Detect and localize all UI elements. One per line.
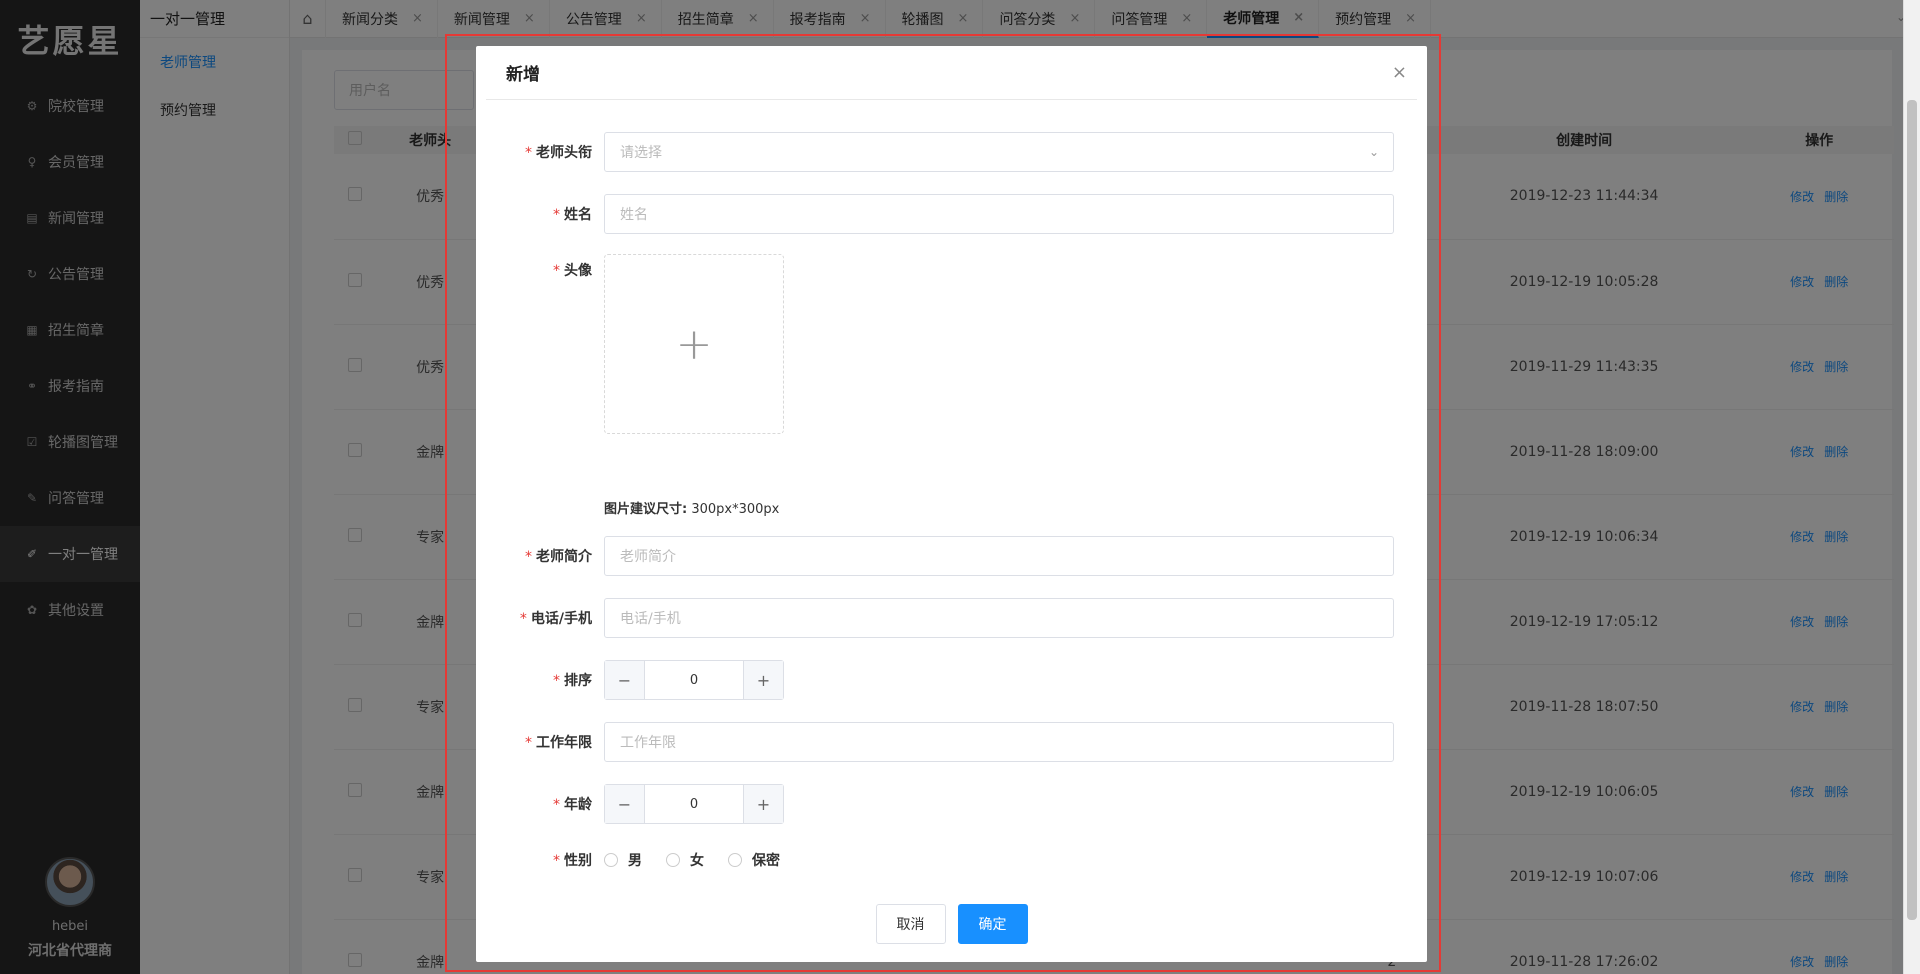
form-row-title: * 老师头衔 请选择 ⌄ [476,132,1427,172]
field-label: * 姓名 [553,207,592,223]
gender-radio-secret[interactable]: 保密 [728,850,780,870]
phone-input[interactable]: 电话/手机 [604,598,1394,638]
dialog-title: 新增 [486,46,1417,100]
page-scrollbar[interactable] [1903,0,1920,974]
field-label: * 性别 [553,853,592,869]
sort-stepper: − 0 + [604,660,784,700]
teacher-title-select[interactable]: 请选择 ⌄ [604,132,1394,172]
avatar-size-hint: 图片建议尺寸: 300px*300px [604,502,780,517]
close-icon[interactable]: × [1392,62,1407,83]
confirm-button[interactable]: 确定 [957,904,1028,944]
select-placeholder: 请选择 [620,145,662,161]
field-label: * 老师头衔 [525,145,592,161]
minus-icon[interactable]: − [605,785,645,823]
form-row-phone: * 电话/手机 电话/手机 [476,598,1427,638]
field-label: * 排序 [553,673,592,689]
chevron-down-icon: ⌄ [1368,145,1379,159]
form-row-avatar-hint: 图片建议尺寸: 300px*300px [476,498,1427,517]
gender-radio-group: 男 女 保密 [604,850,804,870]
add-teacher-dialog: 新增 × * 老师头衔 请选择 ⌄ * 姓名 姓名 * 头像 + 图片建议尺寸: 30… [476,46,1427,962]
plus-icon: + [675,318,713,370]
intro-input[interactable]: 老师简介 [604,536,1394,576]
plus-icon[interactable]: + [743,785,783,823]
sort-value[interactable]: 0 [645,673,743,688]
minus-icon[interactable]: − [605,661,645,699]
form-row-intro: * 老师简介 老师简介 [476,536,1427,576]
field-label: * 头像 [553,263,592,279]
field-label: * 老师简介 [525,549,592,565]
gender-radio-male[interactable]: 男 [604,850,642,870]
form-row-name: * 姓名 姓名 [476,194,1427,234]
form-row-sort: * 排序 − 0 + [476,660,1427,700]
form-row-age: * 年龄 − 0 + [476,784,1427,824]
work-years-input[interactable]: 工作年限 [604,722,1394,762]
avatar-upload[interactable]: + [604,254,784,434]
age-value[interactable]: 0 [645,797,743,812]
cancel-button[interactable]: 取消 [875,904,946,944]
form-row-work-years: * 工作年限 工作年限 [476,722,1427,762]
form-row-avatar: * 头像 + [476,254,1427,434]
field-label: * 工作年限 [525,735,592,751]
age-stepper: − 0 + [604,784,784,824]
gender-radio-female[interactable]: 女 [666,850,704,870]
teacher-form: * 老师头衔 请选择 ⌄ * 姓名 姓名 * 头像 + 图片建议尺寸: 300px*3… [476,100,1427,869]
dialog-footer: 取消 确定 [476,904,1427,944]
name-input[interactable]: 姓名 [604,194,1394,234]
form-row-gender: * 性别 男 女 保密 [476,850,1427,870]
field-label: * 电话/手机 [519,611,592,627]
scroll-thumb[interactable] [1907,100,1917,920]
field-label: * 年龄 [553,797,592,813]
plus-icon[interactable]: + [743,661,783,699]
